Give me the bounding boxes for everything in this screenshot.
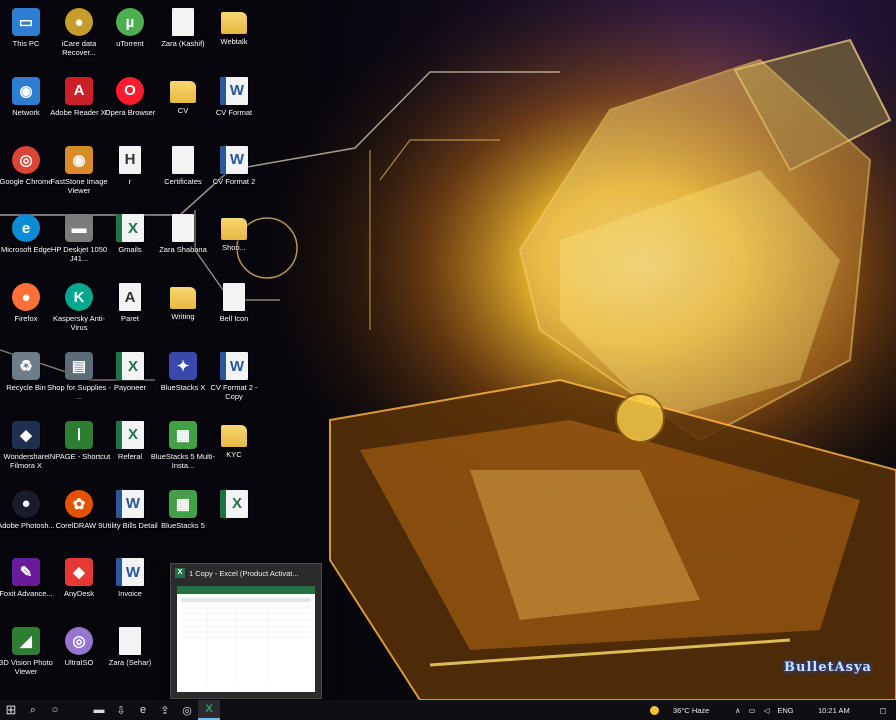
word-file-icon: W [220, 145, 248, 174]
coreldraw-icon: ✿ [65, 489, 93, 518]
desktop-icon-label: Invoice [118, 589, 142, 599]
utorrent-icon: µ [116, 8, 144, 36]
desktop-icon-label: Zara (Sehar) [108, 658, 152, 668]
weather-widget[interactable]: 36°C Haze [650, 700, 709, 720]
desktop-icon-label: CV Format 2 [212, 176, 256, 186]
notification-button[interactable]: ▢ [873, 700, 893, 720]
document-icon: H [119, 145, 141, 174]
taskbar: ⊞ ⌕ ○ ▬ ⇩ e ⇪ ◎ X 36°C Haze ∧ ▭ ◁ ENG 10:21 A… [0, 700, 896, 720]
desktop-icon-label: Webtalk [220, 37, 248, 46]
start-button[interactable]: ⊞ [0, 700, 22, 720]
task-view-button[interactable]: ○ [44, 700, 66, 720]
photoshop-icon: ● [12, 489, 40, 518]
recycle-bin-icon: ♻ [12, 352, 40, 380]
watermark: BulletAsya [784, 660, 872, 675]
firefox-icon: ● [12, 283, 40, 312]
store-icon[interactable]: ⇪ [154, 700, 176, 720]
preview-title-bar[interactable]: X 1 Copy - Excel (Product Activat... [171, 564, 321, 582]
foxit-icon: ✎ [12, 558, 40, 587]
desktop-icon[interactable]: KYC [201, 417, 267, 483]
filmora-icon: ◆ [12, 420, 40, 449]
anydesk-icon: ◆ [65, 558, 93, 587]
desktop-icon-label: Bell Icon [219, 314, 249, 324]
desktop-icon[interactable]: Shoo... [201, 210, 267, 276]
desktop-icon-label: KYC [226, 449, 242, 459]
ultraiso-icon: ◎ [65, 627, 93, 656]
notification-icon: ▢ [879, 705, 887, 715]
word-file-icon: W [220, 76, 248, 105]
document-icon [172, 214, 194, 243]
edge-taskbar-icon[interactable]: e [132, 700, 154, 720]
language-indicator[interactable]: ENG [777, 706, 793, 715]
desktop-icon[interactable]: X [201, 486, 267, 552]
word-file-icon: W [116, 558, 144, 587]
bluestacks-x-icon: ✦ [169, 352, 197, 380]
folder-icon [170, 80, 196, 103]
adobe-reader-icon: A [65, 76, 93, 105]
clock[interactable]: 10:21 AM [818, 700, 850, 720]
download-icon[interactable]: ⇩ [110, 700, 132, 720]
document-icon [172, 8, 194, 36]
spreadsheet-thumbnail-graphic [177, 586, 315, 686]
kaspersky-icon: K [65, 283, 93, 312]
preview-title: 1 Copy - Excel (Product Activat... [189, 568, 299, 578]
desktop-icon[interactable]: Webtalk [201, 4, 267, 70]
document-icon [119, 627, 141, 656]
bluestacks-icon: ▦ [169, 489, 197, 518]
clock-time: 10:21 AM [818, 705, 850, 715]
printer-icon: ▬ [65, 214, 93, 243]
network-icon: ◉ [12, 76, 40, 105]
desktop-icon-label: Shoo... [222, 243, 246, 253]
certificate-file-icon [172, 145, 194, 174]
network-status-icon[interactable]: ▭ [749, 706, 756, 715]
excel-file-icon: X [116, 420, 144, 449]
bluestacks-multi-icon: ▦ [169, 420, 197, 449]
desktop-icon-label: CV Format 2 - Copy [210, 383, 258, 401]
file-explorer-icon[interactable]: ▬ [88, 700, 110, 720]
inpage-icon: ا [65, 420, 93, 449]
desktop-icon[interactable]: W Invoice [97, 554, 163, 620]
chrome-icon: ◎ [12, 145, 40, 174]
pdf-file-icon: A [119, 283, 141, 312]
folder-icon [221, 218, 247, 241]
excel-file-icon: X [116, 214, 144, 243]
pc-icon: ▭ [12, 8, 40, 36]
faststone-icon: ◉ [65, 145, 93, 174]
desktop-icon[interactable]: Zara (Sehar) [97, 623, 163, 689]
preview-thumbnail[interactable] [177, 586, 315, 692]
desktop-icon[interactable]: W CV Format 2 - Copy [201, 348, 267, 414]
opera-icon: O [116, 76, 144, 105]
weather-text: 36°C Haze [673, 705, 710, 715]
folder-icon [221, 12, 247, 34]
word-file-icon: W [116, 489, 144, 518]
desktop-icon[interactable]: W CV Format [201, 73, 267, 139]
folder-icon [221, 424, 247, 447]
3d-vision-icon: ◢ [12, 627, 40, 656]
excel-app-icon: X [175, 568, 185, 578]
desktop-icon-label: CV Format [215, 107, 253, 117]
desktop-icon[interactable]: W CV Format 2 [201, 142, 267, 208]
sun-icon [650, 705, 659, 715]
desktop-icon[interactable]: Bell Icon [201, 279, 267, 345]
volume-icon[interactable]: ◁ [764, 706, 770, 715]
excel-taskbar-preview[interactable]: X 1 Copy - Excel (Product Activat... [170, 563, 322, 699]
word-file-icon: W [220, 352, 248, 380]
excel-file-icon: X [116, 352, 144, 380]
chrome-taskbar-icon[interactable]: ◎ [176, 700, 198, 720]
excel-file-icon: X [220, 489, 248, 518]
shop-supplies-icon: ▤ [65, 352, 93, 380]
system-tray: ∧ ▭ ◁ ENG [735, 700, 794, 720]
edge-icon: e [12, 214, 40, 243]
excel-taskbar-icon[interactable]: X [198, 700, 220, 720]
chevron-up-icon[interactable]: ∧ [735, 706, 741, 715]
search-button[interactable]: ⌕ [22, 700, 44, 720]
folder-icon [170, 287, 196, 310]
icare-icon: ● [65, 8, 93, 36]
bell-file-icon [223, 283, 245, 312]
